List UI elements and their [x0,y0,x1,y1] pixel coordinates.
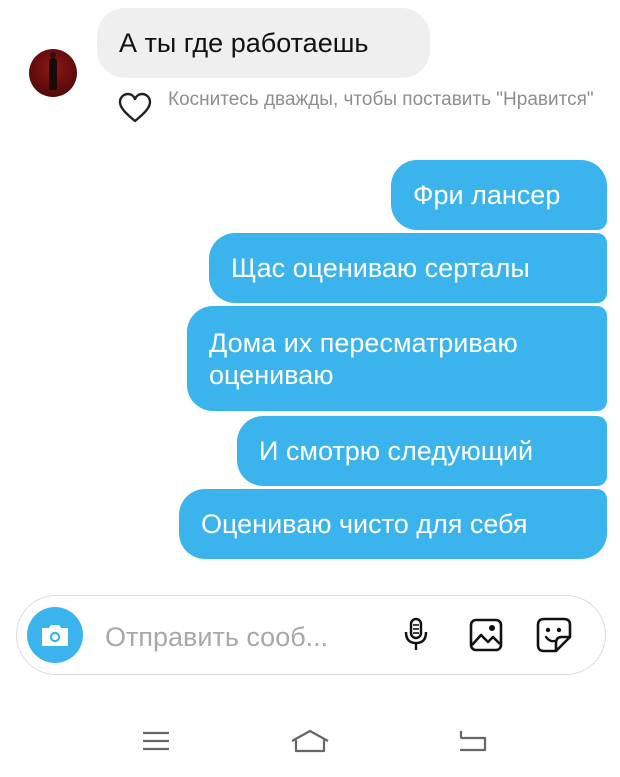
outgoing-message-text: Фри лансер [413,180,561,210]
back-icon [459,731,487,752]
back-button[interactable] [452,724,492,758]
microphone-icon [404,617,428,650]
outgoing-message[interactable]: Щас оцениваю серталы [209,233,607,303]
incoming-message[interactable]: А ты где работаешь [97,8,430,78]
avatar[interactable] [29,49,77,97]
sticker-icon [536,617,572,653]
outgoing-message[interactable]: Фри лансер [391,160,607,230]
menu-icon [143,731,169,751]
message-composer [16,595,606,675]
camera-button[interactable] [27,607,83,663]
outgoing-message-text: Дома их пересматриваю оцениваю [209,327,518,390]
heart-icon[interactable] [118,92,152,124]
outgoing-message[interactable]: Дома их пересматриваю оцениваю [187,306,607,411]
outgoing-message-text: Щас оцениваю серталы [231,253,530,283]
like-hint-text: Коснитесь дважды, чтобы поставить "Нрави… [168,89,594,110]
sticker-button[interactable] [533,614,575,656]
outgoing-message[interactable]: Оцениваю чисто для себя [179,489,607,559]
camera-icon [42,625,68,646]
message-input[interactable] [103,618,377,656]
microphone-button[interactable] [395,614,437,656]
incoming-message-text: А ты где работаешь [119,27,369,58]
gallery-button[interactable] [465,614,507,656]
home-button[interactable] [290,724,330,758]
outgoing-message-text: И смотрю следующий [259,436,534,466]
system-navigation-bar [0,710,620,770]
menu-button[interactable] [136,724,176,758]
gallery-icon [469,618,503,652]
outgoing-message[interactable]: И смотрю следующий [237,416,607,486]
home-icon [291,729,329,753]
outgoing-message-text: Оцениваю чисто для себя [201,509,528,539]
